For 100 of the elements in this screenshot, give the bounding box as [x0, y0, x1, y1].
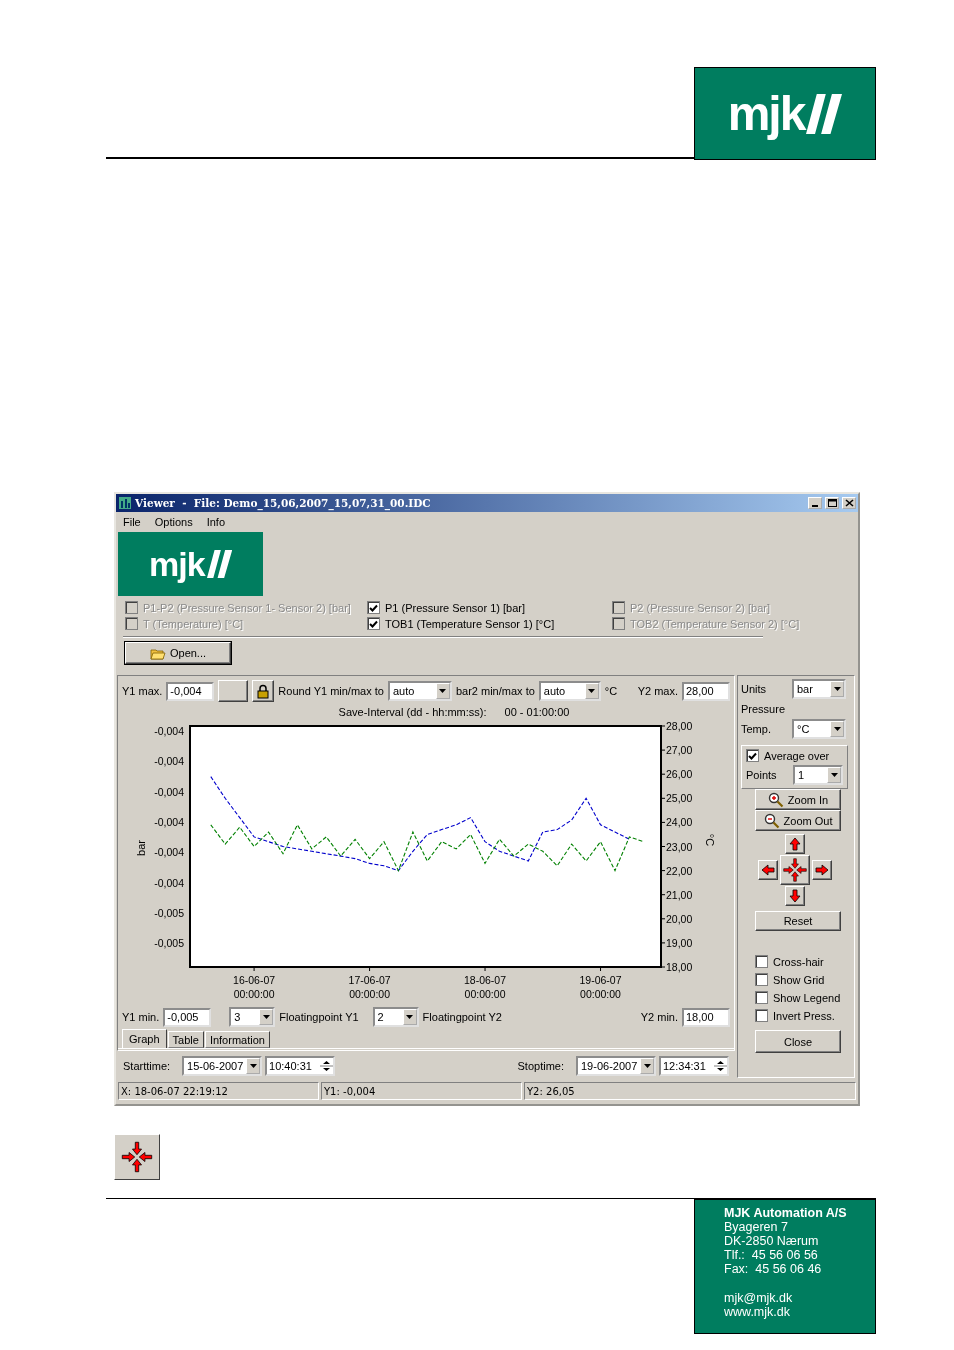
- zoom-in-icon: [767, 791, 784, 808]
- points-dropdown[interactable]: 1: [793, 765, 843, 785]
- axis-tick-label: 20,00: [666, 912, 693, 925]
- tab[interactable]: Graph: [122, 1029, 167, 1048]
- pan-left-button[interactable]: [758, 860, 778, 880]
- caret-icon: [640, 1058, 654, 1074]
- contact-link[interactable]: www.mjk.dk: [724, 1305, 875, 1319]
- field-label: Round Y1 min/max to: [278, 685, 384, 697]
- company-name: MJK Automation A/S: [724, 1206, 848, 1220]
- status-text: X: 18-06-07 22:19:12: [118, 1082, 319, 1100]
- caret-icon: [435, 683, 450, 699]
- field-label: Floatingpoint Y1: [279, 1011, 359, 1023]
- axis-tick-label: -0,004: [154, 815, 184, 828]
- menu-item[interactable]: Info: [205, 516, 226, 528]
- folder-icon: [149, 646, 166, 660]
- open-button[interactable]: Open...: [125, 642, 231, 664]
- fit-view-button[interactable]: [780, 855, 810, 885]
- field-label: Floatingpoint Y2: [422, 1011, 502, 1023]
- time-field[interactable]: 10:40:31: [265, 1056, 336, 1076]
- date-picker[interactable]: 19-06-2007: [576, 1056, 656, 1076]
- checkbox-label: TOB1 (Temperature Sensor 1) [°C]: [385, 617, 555, 630]
- field-label: Save-Interval (dd - hh:mm:ss):: [338, 706, 487, 718]
- axis-tick-label: 24,00: [666, 816, 693, 829]
- inward-arrows-icon: [120, 1140, 154, 1174]
- menu-item[interactable]: Options: [153, 516, 194, 528]
- field-label: Stoptime:: [517, 1060, 564, 1072]
- reset-button[interactable]: Reset: [755, 911, 841, 931]
- axis-tick-label: 19-06-07 00:00:00: [579, 974, 622, 1000]
- pan-right-button[interactable]: [812, 860, 832, 880]
- y2-max-field[interactable]: 28,00: [682, 681, 730, 701]
- round-y1-dropdown[interactable]: auto: [387, 681, 452, 701]
- checkbox[interactable]: [755, 1009, 768, 1022]
- field-label: Starttime:: [123, 1060, 171, 1072]
- pan-down-button[interactable]: [785, 886, 805, 906]
- axis-title: bar: [135, 840, 147, 856]
- checkbox[interactable]: [755, 955, 768, 968]
- address-line: Byageren 7: [724, 1220, 789, 1234]
- date-picker[interactable]: 15-06-2007: [182, 1056, 263, 1076]
- zoom-out-button[interactable]: Zoom Out: [755, 810, 841, 831]
- interval-value: 00 - 01:00:00: [504, 706, 570, 718]
- caret-icon: [246, 1058, 261, 1074]
- checkbox-label: Average over: [764, 749, 830, 762]
- checkbox[interactable]: [755, 991, 768, 1004]
- checkbox-label: P1 (Pressure Sensor 1) [bar]: [385, 601, 525, 614]
- address-line: DK-2850 Nærum: [724, 1234, 820, 1248]
- y1-max-field[interactable]: -0,004: [166, 681, 215, 701]
- tab[interactable]: Information: [204, 1031, 270, 1048]
- close-button[interactable]: [842, 497, 856, 509]
- zoom-out-icon: [763, 812, 780, 829]
- checkbox[interactable]: [367, 617, 380, 630]
- maximize-button[interactable]: [825, 497, 839, 509]
- logo-text: mjk: [727, 86, 805, 141]
- blank-button[interactable]: [218, 680, 249, 702]
- axis-tick-label: 23,00: [666, 840, 693, 853]
- axis-tick-label: 18-06-07 00:00:00: [464, 974, 507, 1000]
- axis-tick-label: 17-06-07 00:00:00: [348, 974, 391, 1000]
- pressure-unit-dropdown[interactable]: bar: [792, 679, 846, 699]
- checkmark-icon: [748, 751, 757, 760]
- double-slash-icon: [806, 93, 843, 134]
- field-label: bar2 min/max to: [455, 685, 535, 697]
- app-icon: [118, 496, 132, 510]
- address-line: Tlf.: 45 56 06 56: [724, 1248, 819, 1262]
- y2-min-field[interactable]: 18,00: [682, 1007, 730, 1027]
- field-label: Y2 max.: [637, 685, 678, 697]
- close-button[interactable]: Close: [755, 1030, 841, 1053]
- round-y2-dropdown[interactable]: auto: [538, 681, 601, 701]
- decimals-dropdown[interactable]: 3: [229, 1007, 276, 1027]
- checkbox[interactable]: [746, 749, 759, 762]
- menu-item[interactable]: File: [122, 516, 142, 528]
- field-label: Temp.: [741, 723, 771, 735]
- double-slash-icon: [206, 550, 232, 578]
- checkbox[interactable]: [367, 601, 380, 614]
- close-icon: [844, 499, 854, 507]
- axis-tick-label: -0,004: [154, 876, 184, 889]
- window-title: Viewer - File: Demo_15,06,2007_15,07,31_00.IDC: [135, 497, 432, 509]
- lock-button[interactable]: [252, 680, 275, 702]
- checkbox[interactable]: [755, 973, 768, 986]
- up-arrow-icon: [788, 837, 802, 851]
- time-field[interactable]: 12:34:31: [659, 1056, 729, 1076]
- padlock-icon: [256, 683, 271, 699]
- axis-title: °C: [704, 833, 716, 847]
- minimize-button[interactable]: [808, 497, 822, 509]
- left-arrow-icon: [761, 863, 775, 877]
- field-label: Y1 max.: [122, 685, 163, 697]
- checkbox-label: Show Legend: [773, 991, 841, 1004]
- status-text: Y2: 26,05: [524, 1082, 856, 1100]
- caret-icon: [402, 1009, 417, 1025]
- decimals-dropdown[interactable]: 2: [372, 1007, 419, 1027]
- axis-tick-label: 16-06-07 00:00:00: [233, 974, 276, 1000]
- contact-link[interactable]: mjk@mjk.dk: [724, 1291, 875, 1305]
- pan-up-button[interactable]: [785, 834, 805, 854]
- axis-tick-label: -0,005: [154, 937, 184, 950]
- tab[interactable]: Table: [167, 1031, 204, 1048]
- y1-min-field[interactable]: -0,005: [163, 1007, 212, 1027]
- axis-tick-label: -0,004: [154, 846, 184, 859]
- spin-arrows-icon: [320, 1059, 334, 1073]
- address-line: Fax: 45 56 06 46: [724, 1262, 823, 1276]
- spin-arrows-icon: [714, 1059, 727, 1073]
- temperature-unit-dropdown[interactable]: °C: [792, 719, 846, 739]
- zoom-in-button[interactable]: Zoom In: [755, 789, 841, 810]
